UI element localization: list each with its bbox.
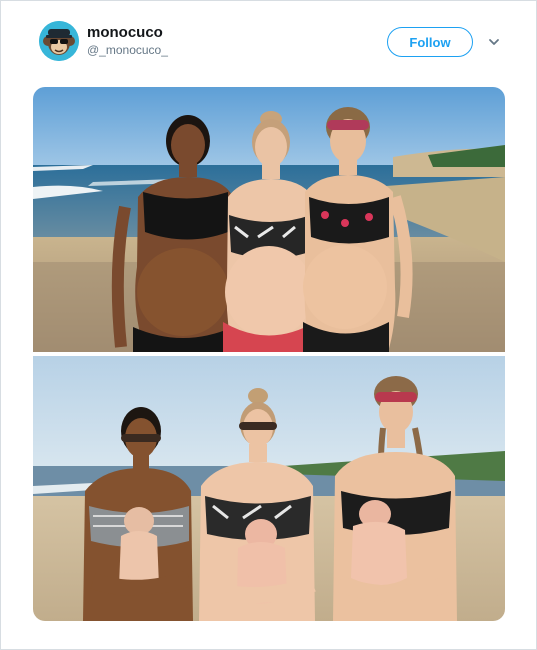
avatar[interactable] (39, 21, 79, 61)
tweet-media[interactable] (33, 87, 505, 621)
before-photo[interactable] (33, 87, 505, 352)
after-photo[interactable] (33, 356, 505, 621)
cartoon-monkey-avatar-icon (39, 21, 79, 61)
display-name[interactable]: monocuco (87, 24, 163, 41)
tweet-card: monocuco @_monocuco_ Follow (0, 0, 537, 650)
follow-button[interactable]: Follow (387, 27, 473, 57)
chevron-down-icon[interactable] (487, 36, 501, 48)
account-handle[interactable]: @_monocuco_ (87, 43, 168, 57)
